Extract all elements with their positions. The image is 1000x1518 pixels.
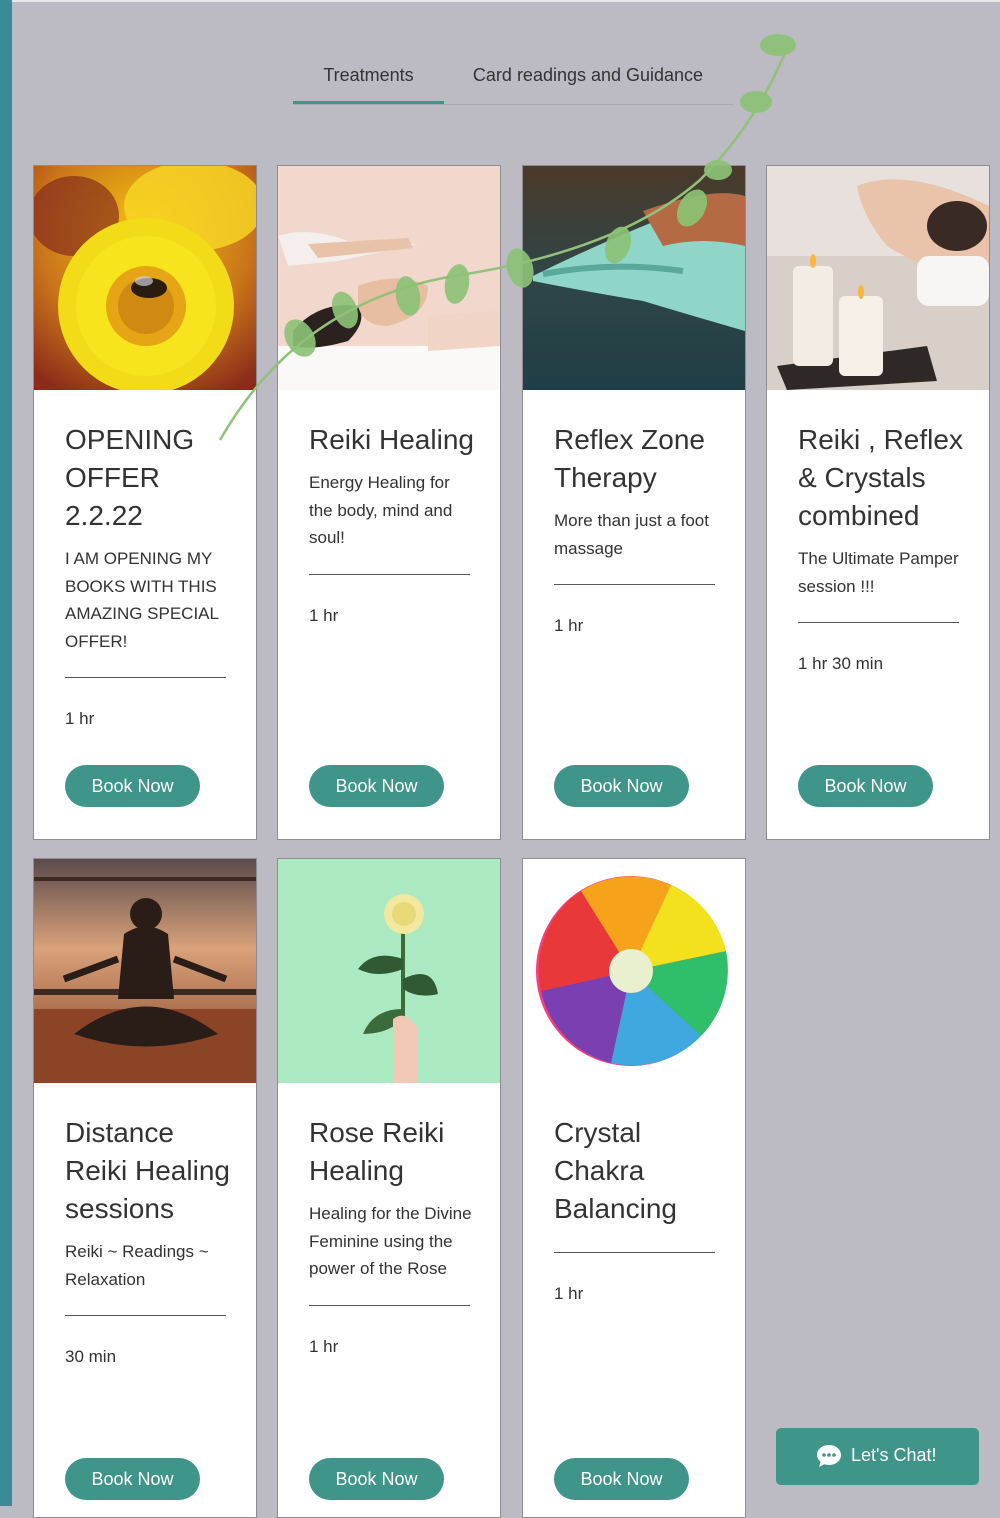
service-card-opening-offer: OPENING OFFER 2.2.22 I AM OPENING MY BOO… <box>33 165 257 840</box>
card-body: Distance Reiki Healing sessions Reiki ~ … <box>65 1114 230 1367</box>
service-duration: 1 hr <box>309 1336 339 1356</box>
service-image-reiki-face <box>278 166 500 390</box>
service-card-reiki-healing: Reiki Healing Energy Healing for the bod… <box>277 165 501 840</box>
service-title: Reiki , Reflex & Crystals combined <box>798 424 963 531</box>
card-body: Crystal Chakra Balancing 1 hr <box>554 1114 719 1304</box>
book-now-button[interactable]: Book Now <box>309 765 444 807</box>
service-description: I AM OPENING MY BOOKS WITH THIS AMAZING … <box>65 549 219 651</box>
service-duration: 1 hr <box>554 616 584 635</box>
divider <box>554 1252 715 1253</box>
service-image-yellow-rose <box>278 859 500 1083</box>
service-title: Reiki Healing <box>309 424 474 455</box>
card-body: Reiki Healing Energy Healing for the bod… <box>309 421 474 626</box>
service-title: Rose Reiki Healing <box>309 1117 445 1186</box>
service-description: Reiki ~ Readings ~ Relaxation <box>65 1242 209 1289</box>
service-card-crystal-chakra: Crystal Chakra Balancing 1 hr Book Now <box>522 858 746 1518</box>
service-card-distance-reiki: Distance Reiki Healing sessions Reiki ~ … <box>33 858 257 1518</box>
book-now-button[interactable]: Book Now <box>554 765 689 807</box>
card-body: Reiki , Reflex & Crystals combined The U… <box>798 421 963 674</box>
service-card-rose-reiki: Rose Reiki Healing Healing for the Divin… <box>277 858 501 1518</box>
service-duration: 30 min <box>65 1347 117 1366</box>
divider <box>554 584 715 585</box>
service-image-yellow-flower <box>34 166 256 390</box>
service-title: Reflex Zone Therapy <box>554 424 705 493</box>
service-title: OPENING OFFER 2.2.22 <box>65 424 195 531</box>
book-now-button[interactable]: Book Now <box>65 765 200 807</box>
book-now-button[interactable]: Book Now <box>554 1458 689 1500</box>
service-duration: 1 hr 30 min <box>798 654 884 673</box>
divider <box>65 1315 226 1316</box>
service-image-rainbow-flower <box>523 859 745 1083</box>
card-body: Reflex Zone Therapy More than just a foo… <box>554 421 719 636</box>
book-now-button[interactable]: Book Now <box>65 1458 200 1500</box>
service-title: Crystal Chakra Balancing <box>554 1117 677 1224</box>
top-border <box>12 0 1000 2</box>
service-description: More than just a foot massage <box>554 511 709 558</box>
chat-bubble-icon <box>817 1445 841 1467</box>
service-duration: 1 hr <box>309 605 339 625</box>
service-description: Healing for the Divine Feminine using th… <box>309 1204 472 1278</box>
divider <box>309 1304 470 1306</box>
service-card-reiki-reflex-crystals: Reiki , Reflex & Crystals combined The U… <box>766 165 990 840</box>
service-title: Distance Reiki Healing sessions <box>65 1117 230 1224</box>
lets-chat-button[interactable]: Let's Chat! <box>776 1428 979 1485</box>
tab-card-readings[interactable]: Card readings and Guidance <box>463 52 713 103</box>
card-body: Rose Reiki Healing Healing for the Divin… <box>309 1114 474 1357</box>
service-image-spa-candles <box>767 166 989 390</box>
service-tabs: Treatments Card readings and Guidance <box>293 52 733 105</box>
service-image-foot-massage <box>523 166 745 390</box>
book-now-button[interactable]: Book Now <box>798 765 933 807</box>
service-description: Energy Healing for the body, mind and so… <box>309 473 453 547</box>
chat-label: Let's Chat! <box>851 1445 937 1465</box>
service-card-reflex-zone-therapy: Reflex Zone Therapy More than just a foo… <box>522 165 746 840</box>
service-description: The Ultimate Pamper session !!! <box>798 549 959 596</box>
divider <box>65 677 226 678</box>
service-image-meditation <box>34 859 256 1083</box>
card-body: OPENING OFFER 2.2.22 I AM OPENING MY BOO… <box>65 421 230 729</box>
divider <box>309 573 470 575</box>
tab-treatments[interactable]: Treatments <box>293 52 444 104</box>
service-duration: 1 hr <box>65 709 95 728</box>
service-duration: 1 hr <box>554 1284 584 1303</box>
book-now-button[interactable]: Book Now <box>309 1458 444 1500</box>
left-accent-bar <box>0 0 12 1506</box>
divider <box>798 622 959 623</box>
